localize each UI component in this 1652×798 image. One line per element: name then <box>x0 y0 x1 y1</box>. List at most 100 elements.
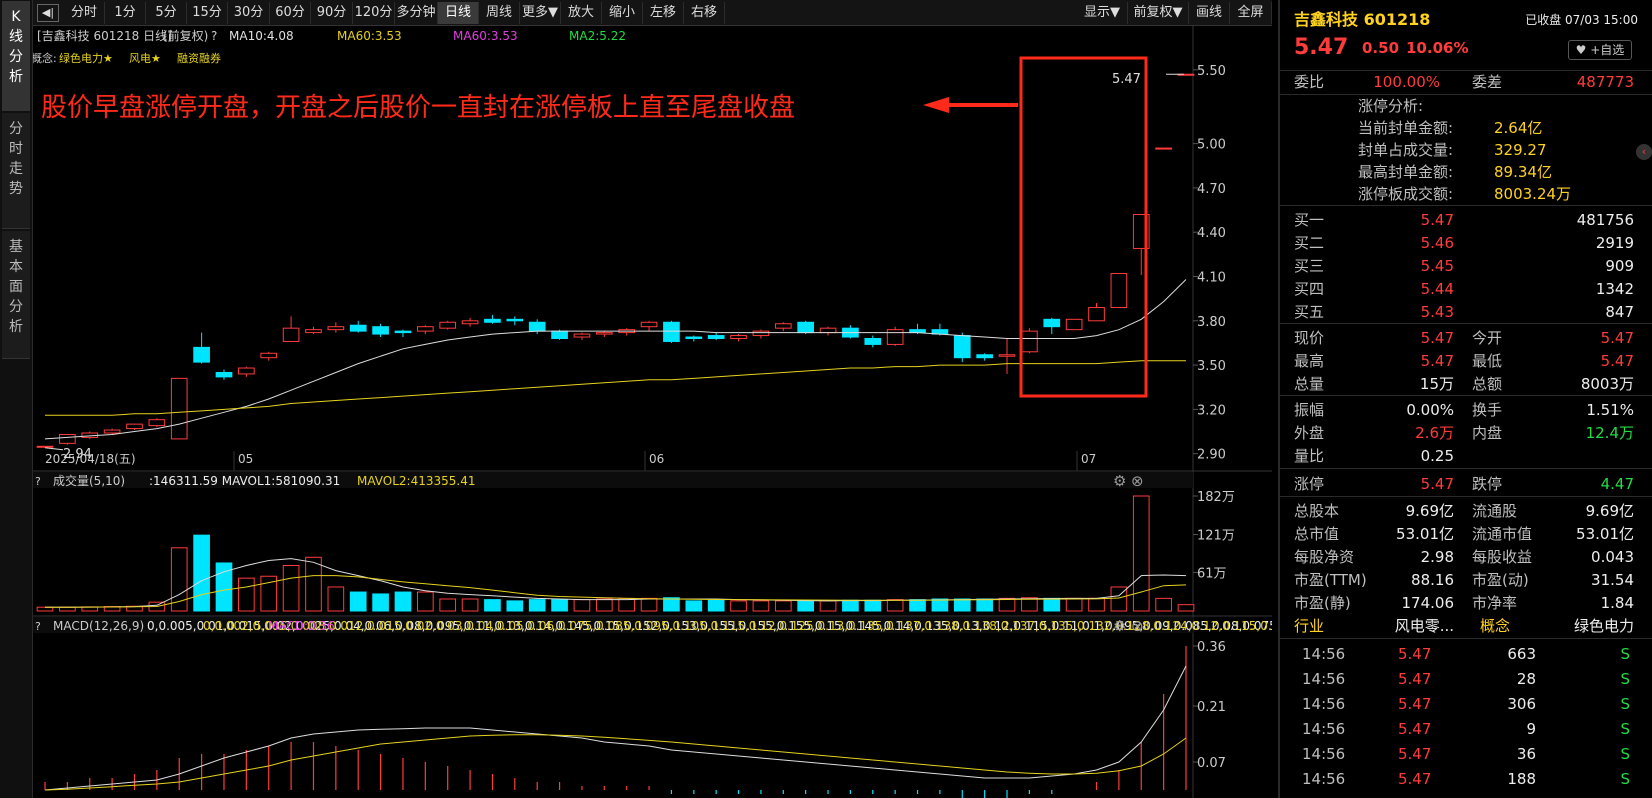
toolbar-btn-1[interactable]: 1分 <box>105 2 146 24</box>
tick-row-3: 14:56 5.47 9 S <box>1280 717 1652 741</box>
bid-price-0: 5.47 <box>1420 211 1454 229</box>
toolbar-right-btn-2[interactable]: 画线 <box>1189 2 1230 24</box>
toolbar-btn-9[interactable]: 日线 <box>438 2 479 24</box>
candle <box>730 334 747 342</box>
macd-tick-1: 0.21 <box>1197 700 1226 715</box>
vol-bar <box>953 598 971 612</box>
weibi-row: 委比 100.00% 委差 487773 <box>1280 70 1652 94</box>
zt-label-2: 最高封单金额: <box>1358 163 1454 181</box>
fund-row-0: 总股本 9.69亿 流通股 9.69亿 <box>1280 499 1652 523</box>
toolbar-btn-4[interactable]: 30分 <box>228 2 270 24</box>
stat-v2-1: 12.4万 <box>1585 424 1634 442</box>
toolbar-right-btn-1[interactable]: 前复权▼ <box>1128 2 1189 24</box>
limit-row: 涨停 5.47 跌停 4.47 <box>1280 472 1652 496</box>
toolbar-right-btn-3[interactable]: 全屏 <box>1230 2 1272 24</box>
vol-bar <box>618 597 636 612</box>
separator <box>1280 323 1652 324</box>
vol-bar <box>640 597 658 612</box>
vol-settings-icon: ⚙ <box>1113 472 1126 490</box>
industry-row: 行业 风电零... 概念 绿色电力 <box>1280 614 1652 638</box>
tick-time-0: 14:56 <box>1302 645 1346 663</box>
tick-row-4: 14:56 5.47 36 S <box>1280 742 1652 766</box>
vol-bar <box>461 598 479 612</box>
collapse-panel-icon[interactable]: ‹ <box>1636 144 1652 160</box>
fund-l1-2: 每股净资 <box>1294 548 1355 566</box>
zt-row-2: 最高封单金额: 89.34亿 <box>1280 160 1652 184</box>
collapse-left-icon[interactable]: ◀| <box>37 4 59 22</box>
tick-price-2: 5.47 <box>1398 695 1432 713</box>
candle <box>417 325 434 335</box>
quote-v2-1: 5.47 <box>1600 352 1634 370</box>
price-change: 0.50 <box>1362 39 1400 57</box>
vol-bar <box>730 600 747 612</box>
vol-stats: :146311.59 MAVOL1:581090.31 <box>149 474 340 488</box>
zt-label-0: 当前封单金额: <box>1358 119 1454 137</box>
vol-bar <box>506 600 524 612</box>
toolbar-btn-0[interactable]: 分时 <box>64 2 105 24</box>
vol-mavol2: MAVOL2:413355.41 <box>357 474 476 488</box>
bid-label-2: 买三 <box>1294 257 1325 275</box>
fund-row-4: 市盈(静) 174.06 市净率 1.84 <box>1280 591 1652 615</box>
weicha-value: 487773 <box>1576 73 1634 91</box>
add-favorite-button[interactable]: ♥ +自选 <box>1568 40 1632 60</box>
candle <box>36 445 54 448</box>
ma2-label: MA2:5.22 <box>569 29 626 43</box>
toolbar-btn-3[interactable]: 15分 <box>187 2 228 24</box>
toolbar-btn-13[interactable]: 缩小 <box>602 2 643 24</box>
macd-help-icon: ? <box>35 620 41 633</box>
toolbar-btn-6[interactable]: 90分 <box>311 2 353 24</box>
toolbar-btn-11[interactable]: 更多▼ <box>520 2 561 24</box>
left-tab-0[interactable]: K 线 分 析 <box>2 1 30 111</box>
bid-price-2: 5.45 <box>1420 257 1454 275</box>
vol-bar <box>417 591 434 612</box>
kline-chart-area[interactable]: [吉鑫科技 601218 日线](前复权)? MA10:4.08 MA60:3.53… <box>33 26 1272 798</box>
vol-close-icon: ⊗ <box>1131 472 1144 490</box>
annotation-arrow-head <box>923 97 949 113</box>
industry-label: 行业 <box>1294 617 1325 635</box>
weibi-value: 100.00% <box>1373 73 1440 91</box>
candle <box>573 332 591 340</box>
vol-bar <box>595 598 613 612</box>
candle <box>349 320 367 333</box>
toolbar-btn-5[interactable]: 60分 <box>270 2 311 24</box>
vol-bar <box>484 599 501 612</box>
price-tick-8: 2.90 <box>1197 448 1226 463</box>
tick-side-0: S <box>1620 645 1630 663</box>
candle <box>976 353 993 361</box>
vol-bar <box>797 600 814 612</box>
high-price-label: 5.47 <box>1112 72 1141 87</box>
stat-l1-2: 量比 <box>1294 447 1325 465</box>
stat-row-2: 量比 0.25 <box>1280 444 1652 468</box>
date-label-1: 05 <box>238 452 253 466</box>
toolbar-btn-15[interactable]: 右移 <box>684 2 725 24</box>
tick-side-2: S <box>1620 695 1630 713</box>
bid-price-4: 5.43 <box>1420 303 1454 321</box>
stat-v1-0: 0.00% <box>1406 401 1454 419</box>
tick-time-3: 14:56 <box>1302 720 1346 738</box>
vol-header: 成交量(5,10) <box>53 473 125 488</box>
zt-value-0: 2.64亿 <box>1494 119 1543 137</box>
vol-bar <box>931 598 949 612</box>
vol-bar <box>282 565 300 612</box>
toolbar-right-btn-0[interactable]: 显示▼ <box>1077 2 1128 24</box>
toolbar-btn-2[interactable]: 5分 <box>146 2 187 24</box>
vol-bar <box>1043 597 1061 612</box>
toolbar-btn-12[interactable]: 放大 <box>561 2 602 24</box>
highlight-box <box>1019 56 1148 398</box>
left-tab-1[interactable]: 分 时 走 势 <box>2 113 30 229</box>
tick-row-2: 14:56 5.47 306 S <box>1280 692 1652 716</box>
vol-bar <box>886 599 904 612</box>
tick-vol-0: 663 <box>1507 645 1536 663</box>
toolbar-btn-7[interactable]: 120分 <box>353 2 395 24</box>
tick-price-5: 5.47 <box>1398 770 1432 788</box>
toolbar-btn-14[interactable]: 左移 <box>643 2 684 24</box>
vol-bar <box>998 597 1016 612</box>
candle <box>953 332 971 363</box>
toolbar-btn-10[interactable]: 周线 <box>479 2 520 24</box>
toolbar-btn-8[interactable]: 多分钟 <box>395 2 438 24</box>
quote-v2-0: 5.47 <box>1600 329 1634 347</box>
vol-tick-1: 121万 <box>1197 529 1235 544</box>
tick-vol-5: 188 <box>1507 770 1536 788</box>
left-tab-2[interactable]: 基 本 面 分 析 <box>2 231 30 359</box>
bid-price-3: 5.44 <box>1420 280 1454 298</box>
